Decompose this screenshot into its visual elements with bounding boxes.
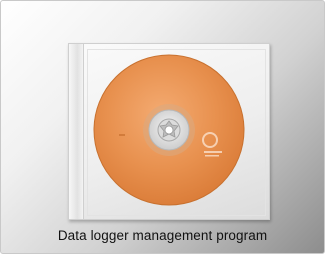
product-caption: Data logger management program — [57, 228, 268, 243]
cd-disc-icon — [93, 54, 245, 206]
case-hinge — [69, 44, 84, 219]
product-image-frame: Data logger management program — [0, 0, 325, 254]
